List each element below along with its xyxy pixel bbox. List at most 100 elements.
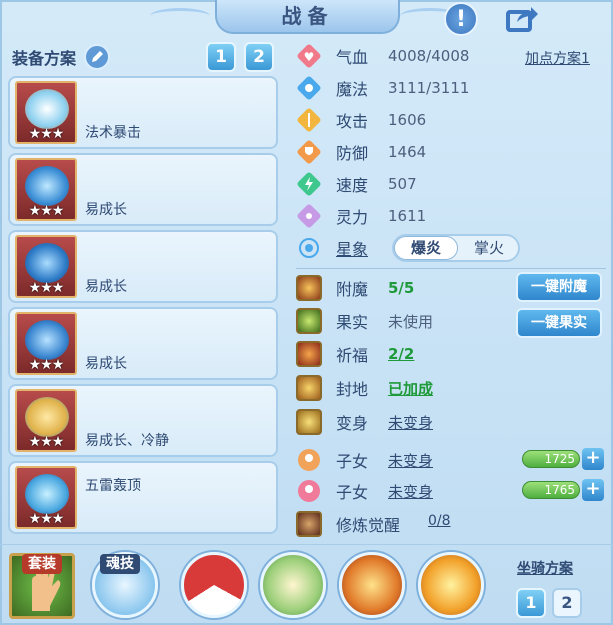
skill-slot-4[interactable] (418, 552, 484, 618)
child-row-1: 子女 未变身 (296, 446, 433, 474)
child-2-add-button[interactable]: + (582, 479, 604, 501)
equipment-effect: 易成长 (85, 356, 127, 372)
equipment-icon: ★★★ (15, 81, 77, 144)
bless-value[interactable]: 2/2 (388, 345, 414, 363)
seal-icon (296, 375, 322, 401)
stat-value: 3111/3111 (388, 79, 470, 97)
edit-scheme-button[interactable] (84, 44, 111, 70)
mount-scheme-1-button[interactable]: 1 (516, 588, 546, 618)
shield-icon (296, 139, 322, 165)
star-rating: ★★★ (28, 434, 65, 450)
share-icon (506, 7, 538, 32)
help-button[interactable]: ! (444, 2, 478, 36)
seal-label: 封地 (336, 380, 369, 399)
star-rating: ★★★ (28, 203, 65, 219)
lightning-icon (296, 171, 322, 197)
exclamation-icon: ! (455, 6, 467, 32)
star-sign-icon (296, 235, 322, 261)
child-value[interactable]: 未变身 (388, 450, 433, 471)
attribute-plan-link[interactable]: 加点方案1 (525, 48, 590, 68)
belt-art-icon (25, 397, 69, 437)
transform-row: 变身 未变身 (296, 408, 433, 436)
bless-icon (296, 341, 322, 367)
equipment-slot-4[interactable]: ★★★ 易成长 (8, 307, 278, 380)
equipment-slot-6[interactable]: ★★★ 五雷轰顶 (8, 461, 278, 534)
stat-name: 气血 (336, 48, 369, 67)
child-1-add-button[interactable]: + (582, 448, 604, 470)
skill-slot-2[interactable] (260, 552, 326, 618)
star-rating: ★★★ (28, 126, 65, 142)
armor-art-icon (25, 243, 69, 283)
child-value[interactable]: 未变身 (388, 481, 433, 502)
boots-art-icon (25, 474, 69, 514)
equipment-scheme-label: 装备方案 (12, 49, 77, 68)
fruit-label: 果实 (336, 313, 369, 332)
awaken-label: 修炼觉醒 (336, 516, 401, 535)
stat-speed: 速度 507 (296, 170, 417, 198)
equipment-slot-2[interactable]: ★★★ 易成长 (8, 153, 278, 226)
star-option-inactive[interactable]: 掌火 (460, 236, 518, 260)
stat-name: 速度 (336, 176, 369, 195)
skill-slot-3[interactable] (339, 552, 405, 618)
stat-defense: 防御 1464 (296, 138, 426, 166)
stat-hp: ♥ 气血 4008/4008 (296, 42, 469, 70)
equipment-effect: 法术暴击 (85, 125, 141, 141)
child-label: 子女 (336, 452, 369, 471)
sword-icon (296, 107, 322, 133)
equipment-effect: 易成长、冷静 (85, 433, 169, 449)
equipment-icon: ★★★ (15, 312, 77, 375)
mount-scheme-2-button[interactable]: 2 (552, 588, 582, 618)
star-option-active[interactable]: 爆炎 (394, 236, 458, 260)
child-1-bar: 1725 (522, 450, 580, 468)
awaken-value[interactable]: 0/8 (428, 513, 451, 529)
stat-attack: 攻击 1606 (296, 106, 426, 134)
scheme-1-button[interactable]: 1 (206, 42, 236, 72)
transform-label: 变身 (336, 414, 369, 433)
equipment-icon: ★★★ (15, 389, 77, 452)
spirit-icon (296, 203, 322, 229)
auto-fruit-button[interactable]: 一键果实 (516, 308, 602, 338)
stat-name: 防御 (336, 144, 369, 163)
seal-row: 封地 已加成 (296, 374, 433, 402)
necklace-art-icon (25, 320, 69, 360)
weapon-art-icon (25, 89, 69, 129)
auto-enchant-button[interactable]: 一键附魔 (516, 272, 602, 302)
equipment-slot-1[interactable]: ★★★ 法术暴击 (8, 76, 278, 149)
equipment-effect: 易成长 (85, 279, 127, 295)
skill-slot-1[interactable] (181, 552, 247, 618)
stat-name: 灵力 (336, 208, 369, 227)
equipment-effect: 易成长 (85, 202, 127, 218)
share-button[interactable] (505, 2, 539, 36)
transform-value[interactable]: 未变身 (388, 412, 433, 433)
star-sign-toggle[interactable]: 爆炎 掌火 (392, 234, 520, 262)
equipment-slot-5[interactable]: ★★★ 易成长、冷静 (8, 384, 278, 457)
helmet-art-icon (25, 166, 69, 206)
child-2-bar: 1765 (522, 481, 580, 499)
fruit-value: 未使用 (388, 312, 434, 331)
star-rating: ★★★ (28, 280, 65, 296)
stat-value: 1606 (388, 111, 427, 129)
child-icon (296, 447, 322, 473)
scheme-2-button[interactable]: 2 (244, 42, 274, 72)
equipment-icon: ★★★ (15, 466, 77, 529)
stat-value: 1611 (388, 207, 427, 225)
heart-icon: ♥ (296, 43, 322, 69)
enchant-icon (296, 275, 322, 301)
child-icon (296, 478, 322, 504)
bless-row: 祈福 2/2 (296, 340, 414, 368)
seal-value[interactable]: 已加成 (388, 378, 433, 399)
stat-spirit: 灵力 1611 (296, 202, 426, 230)
star-sign-label[interactable]: 星象 (336, 236, 382, 260)
fruit-row: 果实 未使用 (296, 307, 433, 335)
equipment-slot-3[interactable]: ★★★ 易成长 (8, 230, 278, 303)
transform-icon (296, 409, 322, 435)
bless-label: 祈福 (336, 346, 369, 365)
stat-value: 1464 (388, 143, 427, 161)
fruit-icon (296, 308, 322, 334)
stat-name: 攻击 (336, 112, 369, 131)
soul-skill-tag: 魂技 (100, 554, 140, 574)
stat-mp: 魔法 3111/3111 (296, 74, 469, 102)
child-row-2: 子女 未变身 (296, 477, 433, 505)
equipment-icon: ★★★ (15, 235, 77, 298)
equipment-effect: 五雷轰顶 (85, 478, 141, 494)
